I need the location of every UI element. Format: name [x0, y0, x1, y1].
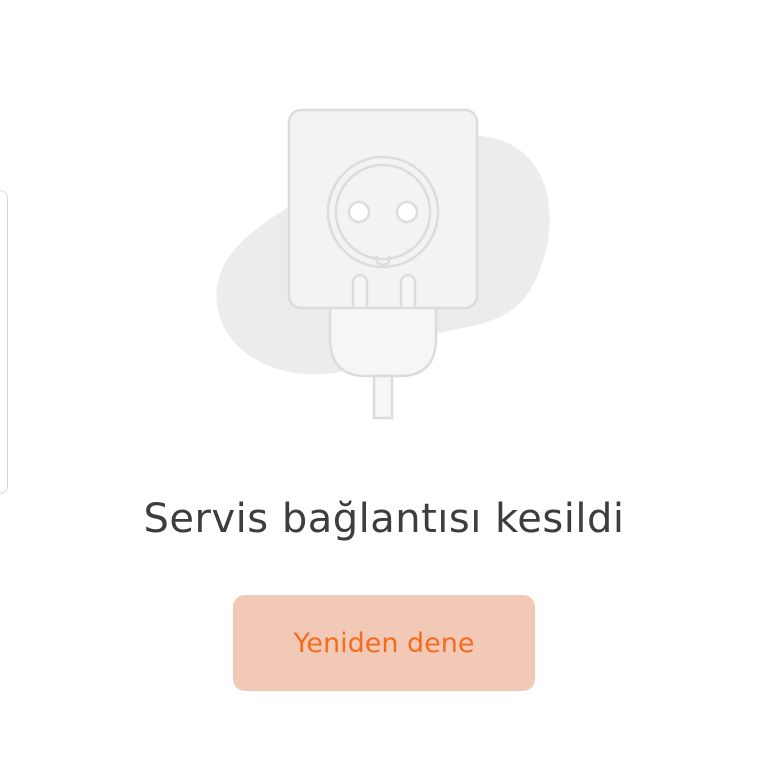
error-screen: Servis bağlantısı kesildi Yeniden dene	[0, 0, 768, 768]
retry-button[interactable]: Yeniden dene	[233, 595, 535, 691]
unplugged-socket-icon	[216, 108, 550, 420]
error-message: Servis bağlantısı kesildi	[143, 496, 625, 542]
plug-body	[328, 306, 438, 378]
retry-button-label: Yeniden dene	[293, 627, 475, 659]
socket-hole-right	[395, 200, 419, 224]
socket-hole-left	[347, 200, 371, 224]
plug-cable	[372, 374, 394, 420]
